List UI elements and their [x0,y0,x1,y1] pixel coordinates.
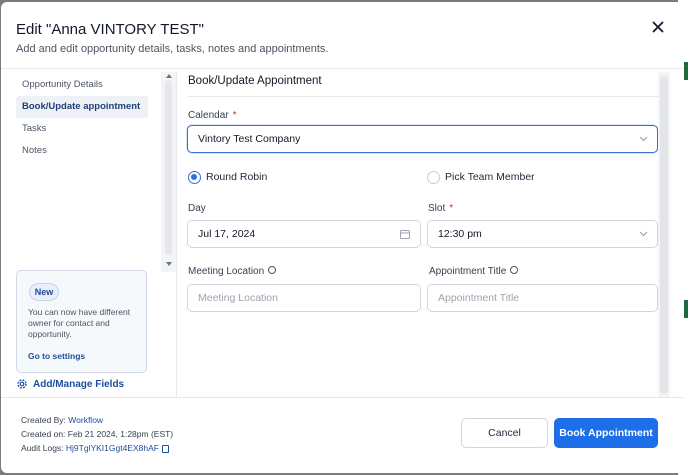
round-robin-label[interactable]: Round Robin [206,171,267,183]
audit-logs-link[interactable]: Hj9TglYKI1Ggt4EX8hAF [66,443,159,453]
sidebar-item-notes[interactable]: Notes [16,140,148,162]
main-scrollbar[interactable] [658,72,670,397]
modal-subtitle: Add and edit opportunity details, tasks,… [16,43,329,55]
new-badge: New [29,283,59,301]
audit-logs: Audit Logs: Hj9TglYKI1Ggt4EX8hAF [21,443,169,453]
scroll-up-arrow[interactable] [166,74,172,78]
audit-logs-label: Audit Logs: [21,443,64,453]
info-icon [510,266,519,275]
calendar-label-text: Calendar [188,110,229,121]
section-title: Book/Update Appointment [188,75,322,87]
appointment-title-placeholder: Appointment Title [438,292,520,304]
sidebar-item-tasks[interactable]: Tasks [16,118,148,140]
created-by: Created By: Workflow [21,415,103,425]
new-feature-text: You can now have different owner for con… [28,307,131,339]
meeting-location-label-text: Meeting Location [188,266,265,277]
created-by-label: Created By: [21,415,66,425]
scroll-down-arrow[interactable] [166,262,172,266]
pick-team-member-radio[interactable] [427,171,440,184]
meeting-location-placeholder: Meeting Location [198,292,278,304]
modal-title: Edit "Anna VINTORY TEST" [16,21,204,38]
copy-icon[interactable] [161,444,169,453]
created-by-link[interactable]: Workflow [68,415,103,425]
meeting-location-label: Meeting Location [188,266,277,277]
meeting-location-input[interactable]: Meeting Location [187,284,421,312]
background-accent [684,300,688,318]
sidebar-divider [176,72,177,397]
slot-label-text: Slot [428,203,446,214]
round-robin-radio[interactable] [188,171,201,184]
calendar-value: Vintory Test Company [198,133,301,145]
close-icon[interactable] [650,19,666,35]
chevron-down-icon [639,136,648,142]
slot-value: 12:30 pm [438,228,482,240]
add-manage-fields-label: Add/Manage Fields [33,379,125,390]
pick-team-member-label[interactable]: Pick Team Member [445,171,535,183]
cancel-button[interactable]: Cancel [461,418,548,448]
slot-label: Slot * [428,203,453,214]
background-accent [684,62,688,80]
scrollbar-thumb[interactable] [165,80,172,255]
book-appointment-button[interactable]: Book Appointment [554,418,658,448]
required-marker: * [232,110,237,121]
calendar-select[interactable]: Vintory Test Company [187,125,658,153]
slot-select[interactable]: 12:30 pm [427,220,658,248]
calendar-label: Calendar * [188,110,237,121]
chevron-down-icon [639,231,648,237]
sidebar-item-opportunity-details[interactable]: Opportunity Details [16,74,148,96]
calendar-icon [400,230,410,239]
info-icon [268,266,277,275]
edit-opportunity-modal: Edit "Anna VINTORY TEST" Add and edit op… [1,2,683,473]
new-feature-card: New You can now have different owner for… [16,270,147,373]
sidebar-item-book-appointment[interactable]: Book/Update appointment [16,96,148,118]
header-divider [1,68,683,69]
appointment-title-label-text: Appointment Title [429,266,507,277]
required-marker: * [449,203,454,214]
day-date-input[interactable]: Jul 17, 2024 [187,220,421,248]
day-value: Jul 17, 2024 [198,228,256,240]
footer-divider [1,397,683,398]
go-to-settings-link[interactable]: Go to settings [28,351,85,361]
day-label: Day [188,203,206,214]
appointment-title-label: Appointment Title [429,266,519,277]
gear-icon [17,379,27,389]
appointment-title-input[interactable]: Appointment Title [427,284,658,312]
created-on: Created on: Feb 21 2024, 1:28pm (EST) [21,429,174,439]
scrollbar-thumb[interactable] [660,76,668,394]
section-divider [188,96,658,97]
sidebar-scrollbar[interactable] [161,72,176,272]
